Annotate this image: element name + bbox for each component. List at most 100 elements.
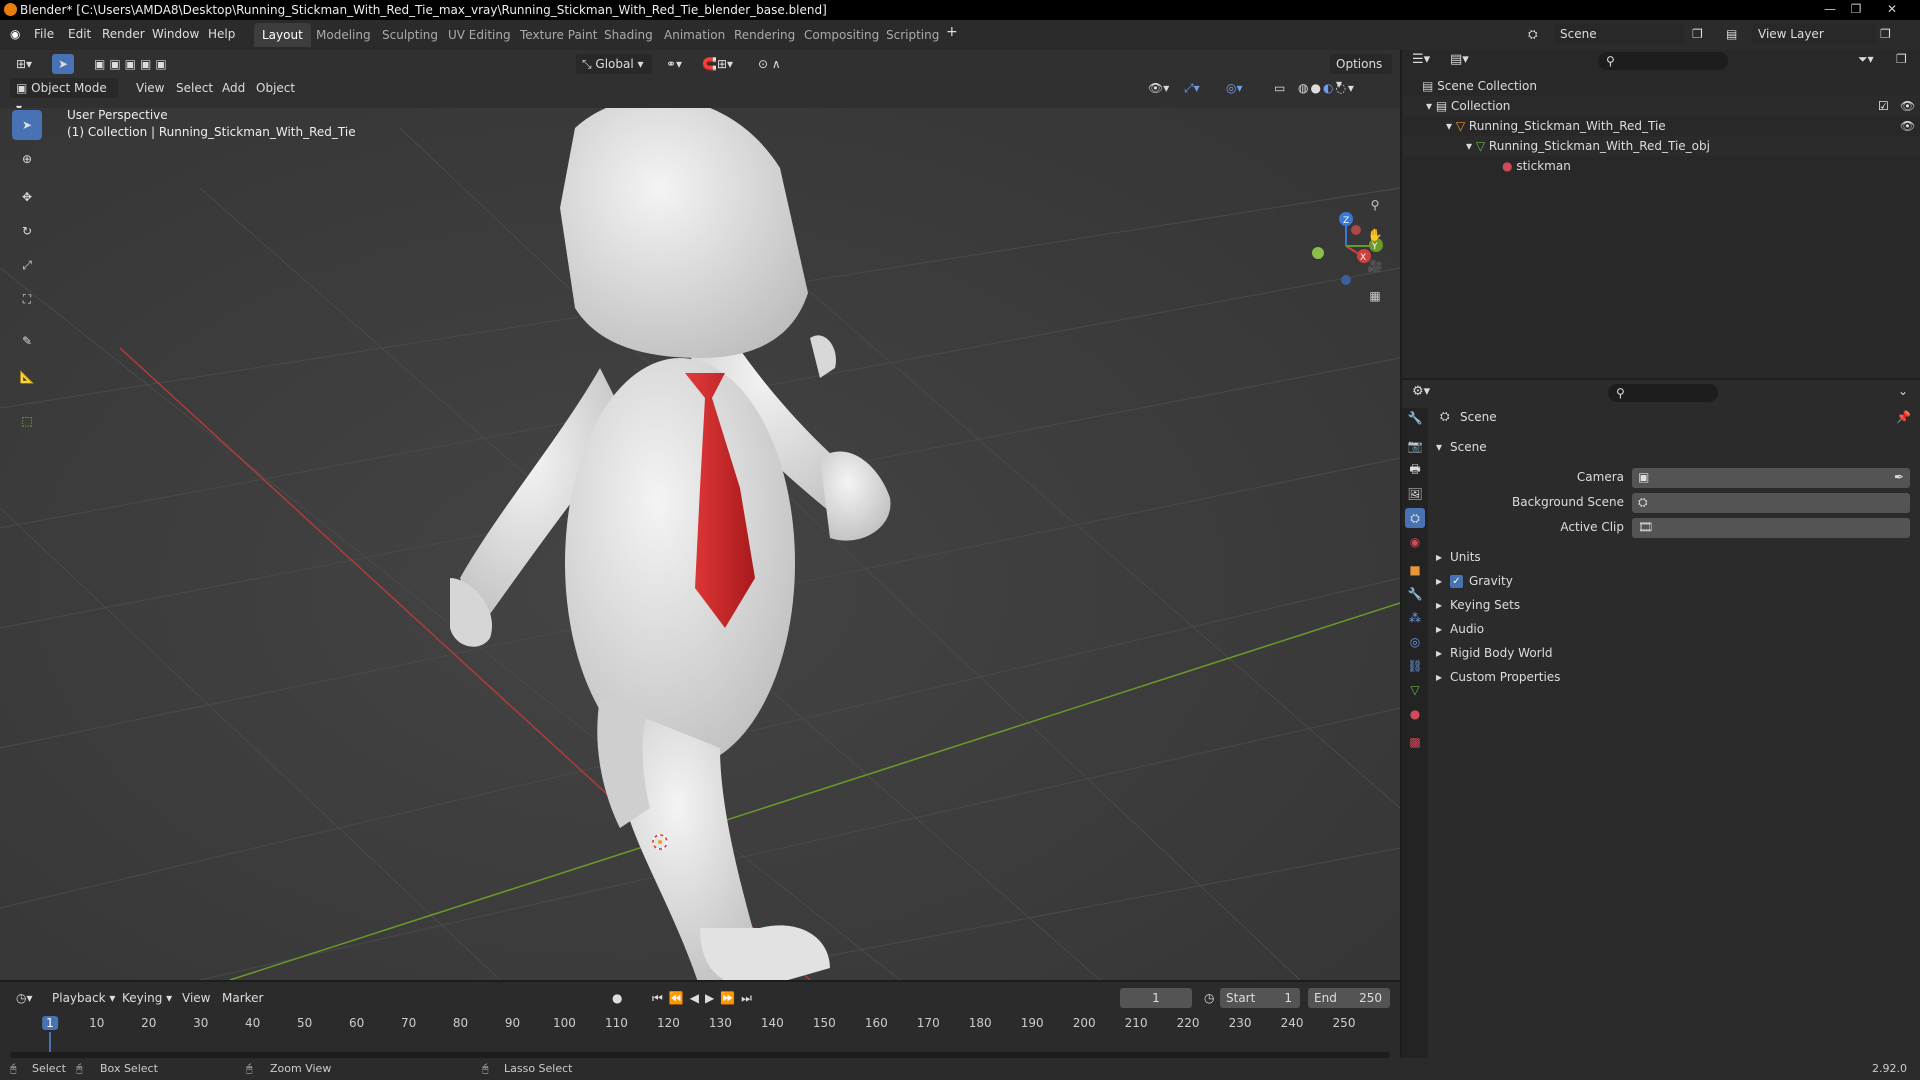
tab-scripting[interactable]: Scripting [878, 23, 947, 47]
gravity-checkbox[interactable]: ✓ [1450, 575, 1463, 588]
tab-shading[interactable]: Shading [596, 23, 661, 47]
outliner-editor-icon[interactable]: ☰▾ [1412, 52, 1430, 74]
zoom-icon[interactable]: ⚲ [1362, 192, 1388, 218]
viewport-menu-add[interactable]: Add [216, 78, 251, 98]
constraints-tab-icon[interactable]: ⛓ [1405, 656, 1425, 676]
particles-tab-icon[interactable]: ⁂ [1405, 608, 1425, 628]
move-tool-icon[interactable]: ✥ [12, 182, 42, 212]
active-clip-field[interactable]: 🎞 [1632, 518, 1910, 538]
outliner-row-material[interactable]: ● stickman [1402, 156, 1920, 176]
eyedropper-icon[interactable]: ✒ [1894, 470, 1904, 484]
outliner-search-input[interactable]: ⚲ [1598, 52, 1728, 70]
timeline-ruler[interactable]: 1 10 20 30 40 50 60 70 80 90 100 110 120 130 140 150 160… [0, 982, 1400, 1060]
pin-icon[interactable]: 📌 [1896, 410, 1911, 424]
physics-tab-icon[interactable]: ◎ [1405, 632, 1425, 652]
properties-editor-icon[interactable]: ⚙▾ [1412, 384, 1430, 399]
scene-selector[interactable]: Scene [1554, 24, 1684, 44]
keying-sets-panel-header[interactable]: ▸ Keying Sets [1428, 594, 1920, 616]
world-tab-icon[interactable]: ◉ [1405, 532, 1425, 552]
expand-arrow-icon[interactable]: ▾ [1446, 119, 1452, 133]
overlays-icon[interactable]: ◎▾ [1220, 78, 1249, 98]
background-scene-field[interactable]: ⛭ [1632, 493, 1910, 513]
object-mode-dropdown[interactable]: ▣ Object Mode ▾ [10, 78, 118, 115]
properties-options-icon[interactable]: ⌄ [1898, 384, 1908, 398]
cursor-tool-icon[interactable]: ⊕ [12, 144, 42, 174]
view-layer-selector[interactable]: View Layer [1752, 24, 1876, 44]
texture-tab-icon[interactable]: ▩ [1405, 732, 1425, 752]
pan-hand-icon[interactable]: ✋ [1362, 222, 1388, 248]
minimize-button[interactable]: — [1818, 0, 1842, 18]
new-collection-icon[interactable]: ❐ [1896, 52, 1907, 66]
blender-menu-icon[interactable]: ◉ [10, 27, 20, 41]
add-cube-tool-icon[interactable]: ⬚ [12, 406, 42, 436]
eye-icon[interactable]: 👁 [1900, 116, 1915, 136]
shading-mode-icons[interactable]: ◍●◐◌▾ [1292, 78, 1362, 98]
checkbox-icon[interactable]: ☑ [1878, 96, 1889, 116]
3d-viewport[interactable]: Z X Y User Perspective (1) Collection | … [0, 108, 1400, 980]
select-box-tool-icon[interactable]: ➤ [12, 110, 42, 140]
gizmo-icon[interactable]: ⤢▾ [1178, 78, 1206, 98]
gravity-panel-header[interactable]: ▸ ✓ Gravity [1428, 570, 1920, 592]
proportional-edit-icon[interactable]: ⊙ ∧ [752, 54, 787, 74]
scene-tab-icon[interactable]: ⛭ [1405, 508, 1425, 528]
scale-tool-icon[interactable]: ⤢ [12, 250, 42, 280]
expand-arrow-icon[interactable]: ▾ [1426, 99, 1432, 113]
camera-view-icon[interactable]: 🎥 [1362, 253, 1388, 279]
tab-layout[interactable]: Layout [254, 23, 311, 47]
new-view-layer-icon[interactable]: ❐ [1880, 27, 1891, 41]
add-workspace-icon[interactable]: + [946, 24, 958, 40]
material-tab-icon[interactable]: ● [1405, 704, 1425, 724]
outliner-row-mesh[interactable]: ▾ ▽ Running_Stickman_With_Red_Tie_obj [1402, 136, 1920, 156]
properties-search-input[interactable]: ⚲ [1608, 384, 1718, 402]
menu-window[interactable]: Window [152, 27, 199, 41]
scene-panel-header[interactable]: ▾ Scene [1428, 436, 1920, 458]
object-tab-icon[interactable]: ■ [1405, 560, 1425, 580]
select-tool-icon[interactable]: ➤ [52, 54, 74, 74]
playhead-line[interactable] [49, 1032, 51, 1054]
output-tab-icon[interactable]: 🖶 [1405, 460, 1425, 480]
filter-icon[interactable]: ⏷▾ [1858, 52, 1874, 67]
rigid-body-world-panel-header[interactable]: ▸ Rigid Body World [1428, 642, 1920, 664]
rotate-tool-icon[interactable]: ↻ [12, 216, 42, 246]
tab-compositing[interactable]: Compositing [796, 23, 887, 47]
editor-type-icon[interactable]: ⊞▾ [10, 54, 38, 74]
new-scene-icon[interactable]: ❐ [1692, 27, 1703, 41]
close-button[interactable]: ✕ [1880, 0, 1904, 18]
modifier-tab-icon[interactable]: 🔧 [1405, 584, 1425, 604]
view-layer-tab-icon[interactable]: 🖼 [1405, 484, 1425, 504]
transform-orientation-dropdown[interactable]: ⤡ Global ▾ [576, 54, 652, 74]
display-mode-icon[interactable]: ▤▾ [1450, 52, 1469, 67]
current-frame-marker[interactable]: 1 [42, 1016, 58, 1030]
viewport-menu-select[interactable]: Select [170, 78, 219, 98]
tab-sculpting[interactable]: Sculpting [374, 23, 446, 47]
snap-icon[interactable]: 🧲⊞▾ [696, 54, 739, 74]
selection-mode-icons[interactable]: ▣▣▣▣▣ [88, 54, 177, 74]
data-tab-icon[interactable]: ▽ [1405, 680, 1425, 700]
viewport-menu-view[interactable]: View [130, 78, 170, 98]
expand-arrow-icon[interactable]: ▾ [1466, 139, 1472, 153]
tab-texture-paint[interactable]: Texture Paint [512, 23, 605, 47]
menu-file[interactable]: File [34, 27, 54, 41]
transform-tool-icon[interactable]: ⛶ [12, 284, 42, 314]
tab-rendering[interactable]: Rendering [726, 23, 803, 47]
outliner-row-scene-collection[interactable]: ▤ Scene Collection [1402, 76, 1920, 96]
maximize-button[interactable]: ❐ [1844, 0, 1868, 18]
pivot-icon[interactable]: ⚭▾ [660, 54, 688, 74]
tool-tab-icon[interactable]: 🔧 [1405, 408, 1425, 428]
units-panel-header[interactable]: ▸ Units [1428, 546, 1920, 568]
tab-modeling[interactable]: Modeling [308, 23, 379, 47]
audio-panel-header[interactable]: ▸ Audio [1428, 618, 1920, 640]
visibility-icon[interactable]: 👁▾ [1142, 78, 1175, 98]
tab-animation[interactable]: Animation [656, 23, 733, 47]
measure-tool-icon[interactable]: 📐 [12, 362, 42, 392]
eye-icon[interactable]: 👁 [1900, 96, 1915, 116]
render-tab-icon[interactable]: 📷 [1405, 436, 1425, 456]
xray-icon[interactable]: ▭ [1268, 78, 1291, 98]
view-layer-icon[interactable]: ▤ [1726, 27, 1737, 41]
tab-uv-editing[interactable]: UV Editing [440, 23, 519, 47]
outliner-row-collection[interactable]: ▾ ▤ Collection ☑ 👁 [1402, 96, 1920, 116]
viewport-menu-object[interactable]: Object [250, 78, 301, 98]
menu-edit[interactable]: Edit [68, 27, 91, 41]
options-dropdown[interactable]: Options ▾ [1330, 54, 1392, 91]
scene-icon[interactable]: ⛭ [1528, 27, 1538, 42]
